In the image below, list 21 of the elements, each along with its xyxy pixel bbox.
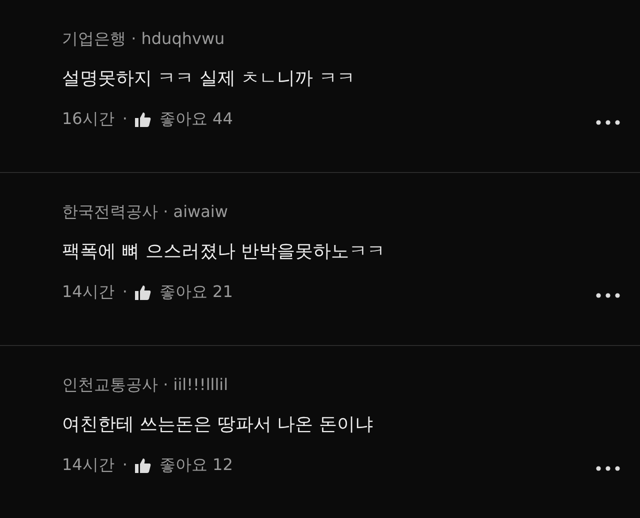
more-options-icon[interactable] bbox=[596, 466, 620, 470]
comment-text: 여친한테 쓰는돈은 땅파서 나온 돈이냐 bbox=[62, 413, 374, 437]
comment-author: 한국전력공사 · aiwaiw bbox=[62, 201, 229, 223]
like-count[interactable]: 좋아요 12 bbox=[159, 454, 233, 476]
more-options-icon[interactable] bbox=[596, 120, 620, 124]
like-count[interactable]: 좋아요 44 bbox=[159, 108, 233, 130]
comment-time: 14시간 bbox=[62, 281, 114, 303]
thumbs-up-icon[interactable] bbox=[135, 284, 152, 300]
comment-author: 인천교통공사 · iil!!!lllil bbox=[62, 374, 230, 396]
comment-time: 16시간 bbox=[62, 108, 114, 130]
separator-dot: · bbox=[122, 108, 128, 130]
more-options-icon[interactable] bbox=[596, 292, 620, 298]
separator-dot: · bbox=[122, 281, 128, 303]
comment-author: 기업은행 · hduqhvwu bbox=[62, 28, 226, 50]
separator-dot: · bbox=[122, 454, 128, 476]
thumbs-up-icon[interactable] bbox=[135, 112, 152, 126]
like-count[interactable]: 좋아요 21 bbox=[159, 281, 233, 303]
thumbs-up-icon[interactable] bbox=[135, 458, 152, 472]
comment-text: 설명못하지 ㅋㅋ 실제 ㅊㄴ니까 ㅋㅋ bbox=[62, 67, 356, 91]
comment-time: 14시간 bbox=[62, 454, 114, 476]
comment-text: 팩폭에 뼈 으스러졌나 반박을못하노ㅋㅋ bbox=[62, 240, 386, 264]
